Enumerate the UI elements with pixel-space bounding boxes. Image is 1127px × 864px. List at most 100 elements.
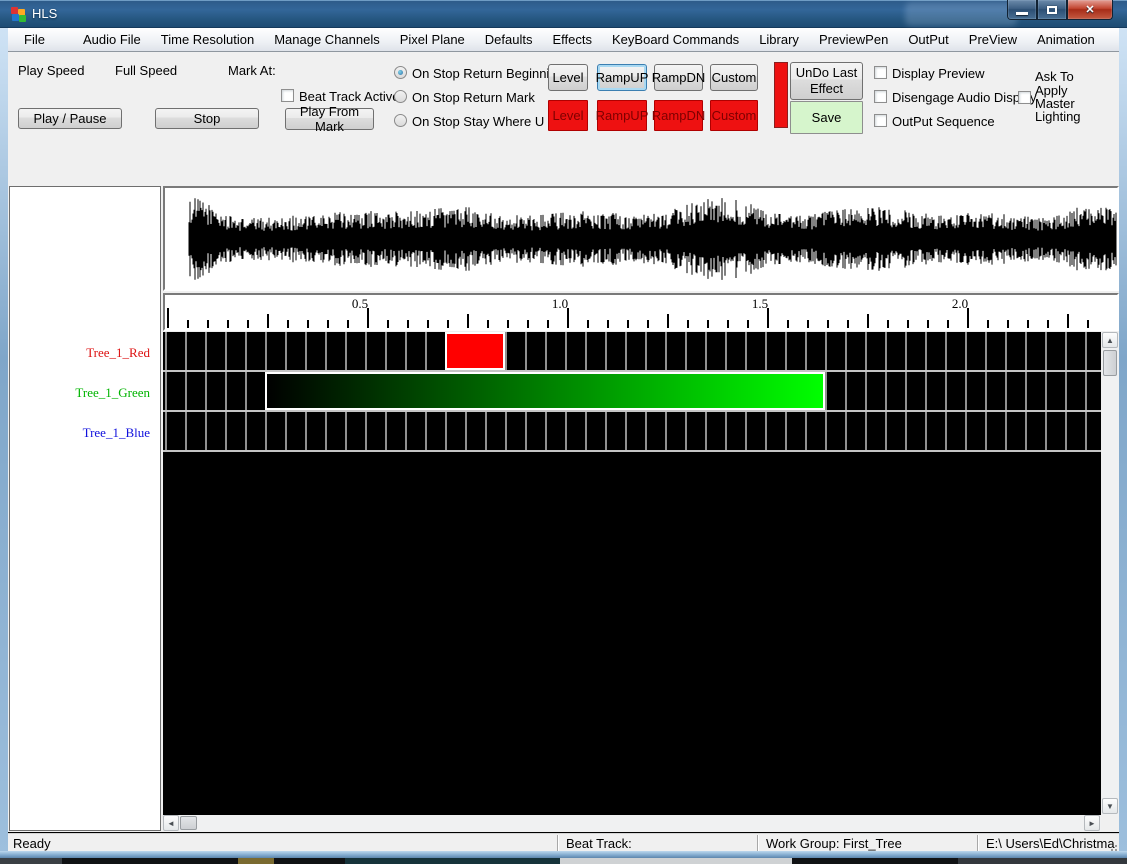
ruler-tick [827, 320, 829, 328]
scroll-left-button[interactable]: ◄ [163, 815, 179, 831]
radio-label-return-mark: On Stop Return Mark [412, 90, 535, 105]
output-sequence-label: OutPut Sequence [892, 114, 995, 129]
effect-level-button[interactable]: Level [548, 64, 588, 91]
window-border-right [1119, 28, 1127, 852]
ruler-tick [207, 320, 209, 328]
maximize-button[interactable] [1037, 0, 1067, 20]
menu-preview[interactable]: PreView [959, 29, 1027, 51]
ruler-tick [727, 320, 729, 328]
audio-waveform-display[interactable] [163, 186, 1119, 291]
menu-time-resolution[interactable]: Time Resolution [151, 29, 264, 51]
ruler-tick [327, 320, 329, 328]
close-button[interactable]: ✕ [1067, 0, 1113, 20]
taskbar-segment [345, 858, 560, 864]
ruler-tick [307, 320, 309, 328]
ask-to-apply-master-lighting-checkbox[interactable] [1018, 91, 1031, 104]
status-beat-track: Beat Track: [566, 836, 632, 851]
ruler-tick [1087, 320, 1089, 328]
menu-manage-channels[interactable]: Manage Channels [264, 29, 390, 51]
menu-file[interactable]: File [14, 29, 55, 51]
taskbar-segment [0, 858, 62, 864]
output-sequence-checkbox[interactable] [874, 114, 887, 127]
effect-rampdn-red-button[interactable]: RampDN [652, 100, 705, 131]
channel-label-green[interactable]: Tree_1_Green [10, 385, 150, 401]
effect-level-red-button[interactable]: Level [548, 100, 588, 131]
status-ready: Ready [13, 836, 51, 851]
waveform-icon [188, 198, 1117, 280]
display-preview-checkbox[interactable] [874, 66, 887, 79]
scroll-up-button[interactable]: ▲ [1102, 332, 1118, 348]
menu-defaults[interactable]: Defaults [475, 29, 543, 51]
effect-custom-red-button[interactable]: Custom [710, 100, 758, 131]
ruler-tick [927, 320, 929, 328]
play-pause-button[interactable]: Play / Pause [18, 108, 122, 129]
title-bar[interactable]: HLS ✕ [0, 0, 1127, 28]
ruler-label: 1.0 [551, 296, 569, 311]
effect-block-tree_1_green[interactable] [265, 372, 825, 410]
radio-on-stop-stay[interactable] [394, 114, 407, 127]
menu-library[interactable]: Library [749, 29, 809, 51]
ruler-tick [407, 320, 409, 328]
play-from-mark-button[interactable]: Play From Mark [285, 104, 374, 134]
ruler-label: 2.0 [951, 296, 969, 311]
ruler-tick [387, 320, 389, 328]
save-button[interactable]: Save [790, 101, 863, 134]
ruler-tick [987, 320, 989, 328]
radio-label-stay: On Stop Stay Where U R [412, 114, 558, 129]
stop-button[interactable]: Stop [155, 108, 259, 129]
minimize-button[interactable] [1007, 0, 1037, 20]
arrow-left-icon: ◄ [167, 818, 175, 828]
effect-rampup-button[interactable]: RampUP [596, 64, 648, 91]
ruler-tick [587, 320, 589, 328]
toolbar: Play Speed Full Speed Mark At: Play / Pa… [8, 52, 1119, 185]
ruler-tick [627, 320, 629, 328]
disengage-audio-checkbox[interactable] [874, 90, 887, 103]
radio-on-stop-return-beginning[interactable] [394, 66, 407, 79]
taskbar-segment [958, 858, 1127, 864]
vertical-scroll-thumb[interactable] [1103, 350, 1117, 376]
menu-animation[interactable]: Animation [1027, 29, 1105, 51]
close-icon: ✕ [1085, 4, 1095, 16]
menu-audio-file[interactable]: Audio File [73, 29, 151, 51]
ruler-tick [747, 320, 749, 328]
status-work-group: Work Group: First_Tree [766, 836, 902, 851]
effect-block-tree_1_red[interactable] [445, 332, 505, 370]
ruler-tick [707, 320, 709, 328]
menu-effects[interactable]: Effects [543, 29, 603, 51]
scroll-down-button[interactable]: ▼ [1102, 798, 1118, 814]
taskbar-segment [560, 858, 792, 864]
status-bar: Ready Beat Track: Work Group: First_Tree… [8, 833, 1119, 851]
ruler-label: 0.5 [351, 296, 369, 311]
grid-row-red[interactable] [163, 332, 1101, 370]
effect-rampup-red-button[interactable]: RampUP [596, 100, 648, 131]
effect-grid[interactable] [163, 332, 1101, 815]
menu-previewpen[interactable]: PreviewPen [809, 29, 898, 51]
channel-label-red[interactable]: Tree_1_Red [10, 345, 150, 361]
horizontal-scroll-thumb[interactable] [180, 816, 197, 830]
status-file-path: E:\ Users\Ed\Christma [986, 836, 1115, 851]
vertical-scrollbar[interactable]: ▲ ▼ [1102, 332, 1119, 815]
beat-track-active-checkbox[interactable] [281, 89, 294, 102]
scroll-right-button[interactable]: ► [1084, 815, 1100, 831]
ask-to-line4: Lighting [1035, 109, 1081, 124]
timeline-ruler[interactable]: 0.5 1.0 1.5 2.0 [163, 293, 1119, 331]
menu-pixel-plane[interactable]: Pixel Plane [390, 29, 475, 51]
undo-last-effect-button[interactable]: UnDo Last Effect [790, 62, 863, 100]
row-separator [163, 450, 1101, 452]
ruler-tick [547, 320, 549, 328]
effect-rampdn-button[interactable]: RampDN [652, 64, 705, 91]
radio-on-stop-return-mark[interactable] [394, 90, 407, 103]
resize-grip-icon[interactable] [1107, 842, 1117, 851]
menu-keyboard-commands[interactable]: KeyBoard Commands [602, 29, 749, 51]
grid-row-blue[interactable] [163, 412, 1101, 450]
effect-custom-button[interactable]: Custom [710, 64, 758, 91]
ruler-tick [687, 320, 689, 328]
channel-label-blue[interactable]: Tree_1_Blue [10, 425, 150, 441]
desktop-taskbar[interactable] [0, 858, 1127, 864]
status-separator [977, 835, 979, 851]
horizontal-scrollbar[interactable]: ◄ ► [163, 815, 1101, 831]
app-icon [10, 6, 26, 22]
sequence-area: Tree_1_Red Tree_1_Green Tree_1_Blue 0.5 1… [8, 185, 1119, 832]
ruler-tick [867, 314, 869, 328]
menu-output[interactable]: OutPut [898, 29, 958, 51]
